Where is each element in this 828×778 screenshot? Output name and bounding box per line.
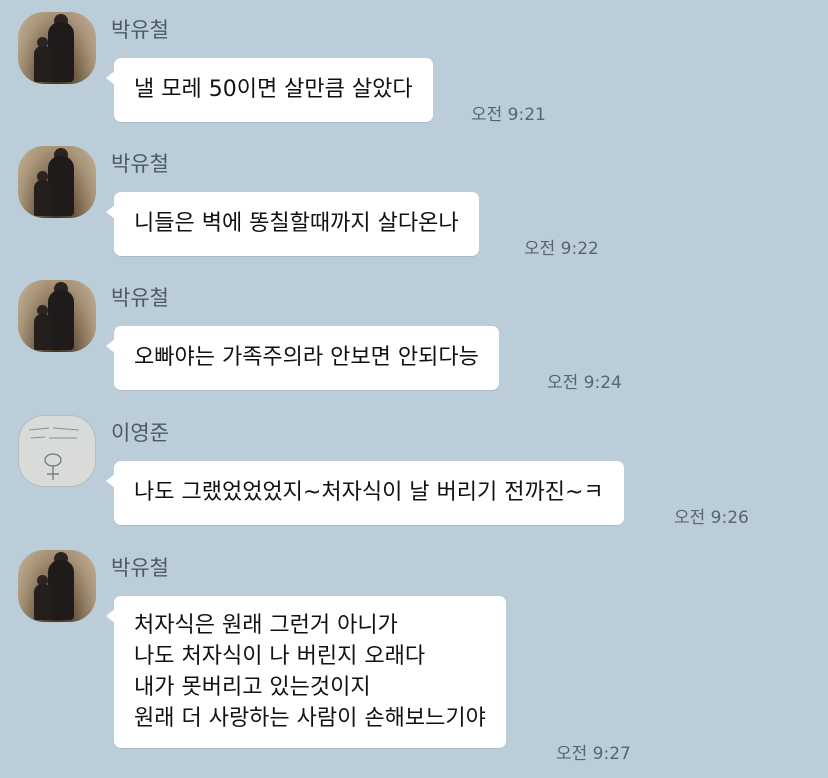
message-text: 오빠야는 가족주의라 안보면 안되다능 xyxy=(134,345,479,370)
message-bubble[interactable]: 처자식은 원래 그런거 아니가 나도 처자식이 나 버린지 오래다 내가 못버리… xyxy=(114,596,506,748)
avatar-photo-figure xyxy=(34,46,52,82)
message-time: 오전 9:27 xyxy=(556,744,631,764)
message-bubble[interactable]: 니들은 벽에 똥칠할때까지 살다온나 xyxy=(114,192,479,256)
message-bubble[interactable]: 낼 모레 50이면 살만큼 살았다 xyxy=(114,58,433,122)
avatar-photo-figure xyxy=(34,314,52,350)
sender-name: 이영준 xyxy=(111,421,169,445)
message-bubble[interactable]: 오빠야는 가족주의라 안보면 안되다능 xyxy=(114,326,499,390)
chat-message: 박유철 처자식은 원래 그런거 아니가 나도 처자식이 나 버린지 오래다 내가… xyxy=(0,550,828,778)
sender-avatar[interactable] xyxy=(18,550,96,622)
message-text-line: 나도 처자식이 나 버린지 오래다 xyxy=(134,644,426,669)
message-time: 오전 9:26 xyxy=(674,508,749,528)
sender-avatar[interactable] xyxy=(18,12,96,84)
message-text: 나도 그랬었었었지~처자식이 날 버리기 전까진~ㅋ xyxy=(134,480,604,505)
sender-name: 박유철 xyxy=(111,286,169,310)
avatar-photo-figure xyxy=(34,180,52,216)
sender-avatar[interactable] xyxy=(18,146,96,218)
message-text: 니들은 벽에 똥칠할때까지 살다온나 xyxy=(134,211,459,236)
chat-message: 박유철 낼 모레 50이면 살만큼 살았다 오전 9:21 xyxy=(0,12,828,132)
message-text: 낼 모레 50이면 살만큼 살았다 xyxy=(134,77,413,102)
chat-message: 박유철 오빠야는 가족주의라 안보면 안되다능 오전 9:24 xyxy=(0,280,828,400)
sender-avatar[interactable] xyxy=(18,415,96,487)
sender-name: 박유철 xyxy=(111,152,169,176)
sender-name: 박유철 xyxy=(111,18,169,42)
chat-message: 이영준 나도 그랬었었었지~처자식이 날 버리기 전까진~ㅋ 오전 9:26 xyxy=(0,415,828,535)
chat-message: 박유철 니들은 벽에 똥칠할때까지 살다온나 오전 9:22 xyxy=(0,146,828,266)
sender-avatar[interactable] xyxy=(18,280,96,352)
message-time: 오전 9:21 xyxy=(471,105,546,125)
message-text-line: 처자식은 원래 그런거 아니가 xyxy=(134,613,398,638)
message-time: 오전 9:24 xyxy=(547,373,622,393)
sketch-drawing-icon xyxy=(28,427,80,480)
message-bubble[interactable]: 나도 그랬었었었지~처자식이 날 버리기 전까진~ㅋ xyxy=(114,461,624,525)
message-text-line: 내가 못버리고 있는것이지 xyxy=(134,675,371,700)
message-time: 오전 9:22 xyxy=(524,239,599,259)
avatar-photo-figure xyxy=(34,584,52,620)
sender-name: 박유철 xyxy=(111,556,169,580)
message-text-line: 원래 더 사랑하는 사람이 손해보느기야 xyxy=(134,706,486,731)
